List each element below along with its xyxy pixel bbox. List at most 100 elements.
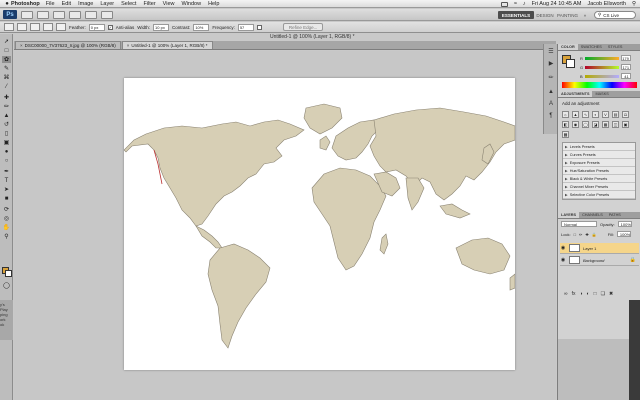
pen-tool-icon[interactable]: ✒ bbox=[2, 168, 11, 175]
intersect-selection-icon[interactable] bbox=[56, 23, 66, 31]
posterize-icon[interactable]: ▦ bbox=[602, 121, 609, 128]
blur-tool-icon[interactable]: ● bbox=[2, 148, 11, 155]
frequency-input[interactable]: 57 bbox=[237, 23, 254, 31]
clone-source-panel-icon[interactable]: ▲ bbox=[547, 88, 555, 95]
delete-layer-icon[interactable]: ✖ bbox=[609, 291, 613, 297]
screen-mode-button[interactable] bbox=[101, 10, 113, 19]
lock-position-icon[interactable]: ✚ bbox=[585, 232, 588, 237]
paragraph-panel-icon[interactable]: ¶ bbox=[547, 112, 555, 119]
levels-icon[interactable]: ▲ bbox=[572, 111, 579, 118]
close-icon[interactable]: × bbox=[20, 43, 23, 48]
character-panel-icon[interactable]: A bbox=[547, 100, 555, 107]
minibridge-button[interactable] bbox=[37, 10, 49, 19]
document-canvas[interactable] bbox=[124, 78, 515, 370]
menu-image[interactable]: Image bbox=[78, 1, 93, 7]
eyedropper-tool-icon[interactable]: ⁄ bbox=[2, 83, 11, 90]
gradient-map-icon[interactable]: ▣ bbox=[622, 121, 629, 128]
menu-edit[interactable]: Edit bbox=[62, 1, 71, 7]
layer-row-background[interactable]: ◉ Background 🔒 bbox=[560, 255, 639, 266]
extras-button[interactable] bbox=[53, 10, 65, 19]
document-tab-active[interactable]: × Untitled-1 @ 100% (Layer 1, RGB/8) * bbox=[121, 41, 213, 49]
invert-icon[interactable]: ◪ bbox=[592, 121, 599, 128]
background-color-swatch[interactable] bbox=[5, 270, 12, 277]
channel-mixer-icon[interactable]: ◯ bbox=[582, 121, 589, 128]
new-group-icon[interactable]: □ bbox=[594, 291, 597, 297]
new-selection-icon[interactable] bbox=[17, 23, 27, 31]
feather-input[interactable]: 0 px bbox=[88, 23, 105, 31]
path-selection-tool-icon[interactable]: ➤ bbox=[2, 186, 11, 193]
eraser-tool-icon[interactable]: ▯ bbox=[2, 130, 11, 137]
shape-tool-icon[interactable]: ■ bbox=[2, 195, 11, 202]
zoom-level-button[interactable] bbox=[69, 10, 81, 19]
black-white-icon[interactable]: ◧ bbox=[562, 121, 569, 128]
bridge-button[interactable] bbox=[21, 10, 33, 19]
tab-swatches[interactable]: SWATCHES bbox=[578, 44, 605, 50]
green-slider[interactable] bbox=[585, 65, 620, 69]
list-item[interactable]: ▶ Channel Mixer Presets bbox=[563, 183, 635, 191]
tab-masks[interactable]: MASKS bbox=[592, 91, 611, 97]
antialias-checkbox[interactable]: ✓ bbox=[107, 24, 113, 30]
quick-mask-icon[interactable]: ◯ bbox=[2, 282, 11, 289]
layer-name[interactable]: Layer 1 bbox=[583, 246, 639, 251]
red-slider[interactable] bbox=[584, 56, 619, 60]
link-layers-icon[interactable]: ∞ bbox=[564, 291, 568, 297]
add-mask-icon[interactable]: ◑ bbox=[579, 291, 582, 297]
eye-icon[interactable]: ◉ bbox=[560, 245, 566, 251]
menu-select[interactable]: Select bbox=[121, 1, 136, 7]
color-spectrum-ramp[interactable] bbox=[562, 82, 637, 88]
3d-camera-tool-icon[interactable]: ◎ bbox=[2, 215, 11, 222]
menu-filter[interactable]: Filter bbox=[143, 1, 155, 7]
list-item[interactable]: ▶ Levels Presets bbox=[563, 143, 635, 151]
quick-select-tool-icon[interactable]: ✎ bbox=[2, 65, 11, 72]
blue-value-input[interactable]: 41 bbox=[620, 73, 631, 79]
brush-panel-icon[interactable]: ✏ bbox=[547, 74, 555, 81]
fill-input[interactable]: 100% bbox=[616, 231, 631, 237]
layer-row-layer-1[interactable]: ◉ Layer 1 bbox=[560, 243, 639, 254]
actions-panel-icon[interactable]: ▶ bbox=[547, 60, 555, 67]
workspace-design[interactable]: DESIGN bbox=[535, 11, 555, 19]
dodge-tool-icon[interactable]: ○ bbox=[2, 157, 11, 164]
history-panel-icon[interactable]: ☰ bbox=[547, 48, 555, 55]
tab-paths[interactable]: PATHS bbox=[606, 212, 624, 218]
add-selection-icon[interactable] bbox=[30, 23, 40, 31]
document-tab[interactable]: × DSC00000_7V37623_Ir.jpg @ 100% (RGB/8) bbox=[15, 41, 121, 49]
battery-icon[interactable] bbox=[500, 1, 508, 7]
opacity-input[interactable]: 100% bbox=[617, 221, 632, 227]
list-item[interactable]: ▶ Exposure Presets bbox=[563, 159, 635, 167]
tab-channels[interactable]: CHANNELS bbox=[579, 212, 606, 218]
clone-stamp-tool-icon[interactable]: ▲ bbox=[2, 112, 11, 119]
blue-slider[interactable] bbox=[584, 74, 619, 78]
subtract-selection-icon[interactable] bbox=[43, 23, 53, 31]
workspace-essentials[interactable]: ESSENTIALS bbox=[498, 11, 534, 19]
curves-icon[interactable]: ∿ bbox=[582, 111, 589, 118]
blend-mode-select[interactable]: Normal bbox=[561, 221, 597, 227]
menu-help[interactable]: Help bbox=[208, 1, 219, 7]
menu-user[interactable]: Jacob Ellsworth bbox=[587, 1, 626, 7]
exposure-icon[interactable]: ◐ bbox=[592, 111, 599, 118]
tablet-pressure-icon[interactable] bbox=[256, 24, 262, 30]
lock-pixels-icon[interactable]: ✏ bbox=[579, 232, 582, 237]
apple-icon[interactable]: ● bbox=[3, 1, 11, 7]
cs-live-button[interactable]: ⚲ CS Live bbox=[594, 11, 636, 19]
gradient-tool-icon[interactable]: ▣ bbox=[2, 139, 11, 146]
vibrance-icon[interactable]: V bbox=[602, 111, 609, 118]
menu-layer[interactable]: Layer bbox=[100, 1, 114, 7]
list-item[interactable]: ▶ Black & White Presets bbox=[563, 175, 635, 183]
list-item[interactable]: ▶ Hue/Saturation Presets bbox=[563, 167, 635, 175]
arrange-documents-button[interactable] bbox=[85, 10, 97, 19]
list-item[interactable]: ▶ Selective Color Presets bbox=[563, 191, 635, 199]
threshold-icon[interactable]: ◫ bbox=[612, 121, 619, 128]
hue-saturation-icon[interactable]: ▤ bbox=[612, 111, 619, 118]
type-tool-icon[interactable]: T bbox=[2, 177, 11, 184]
crop-tool-icon[interactable]: ⌘ bbox=[2, 74, 11, 81]
spotlight-icon[interactable]: ⚲ bbox=[632, 1, 636, 7]
move-tool-icon[interactable]: ➚ bbox=[2, 38, 11, 45]
color-balance-icon[interactable]: ⚖ bbox=[622, 111, 629, 118]
contrast-input[interactable]: 10% bbox=[193, 23, 210, 31]
tab-color[interactable]: COLOR bbox=[558, 44, 578, 50]
color-panel-background-swatch[interactable] bbox=[566, 59, 575, 68]
lock-transparency-icon[interactable]: □ bbox=[574, 232, 576, 237]
zoom-tool-icon[interactable]: ⚲ bbox=[2, 233, 11, 240]
layer-name[interactable]: Background bbox=[583, 258, 627, 263]
green-value-input[interactable]: 171 bbox=[621, 64, 632, 70]
